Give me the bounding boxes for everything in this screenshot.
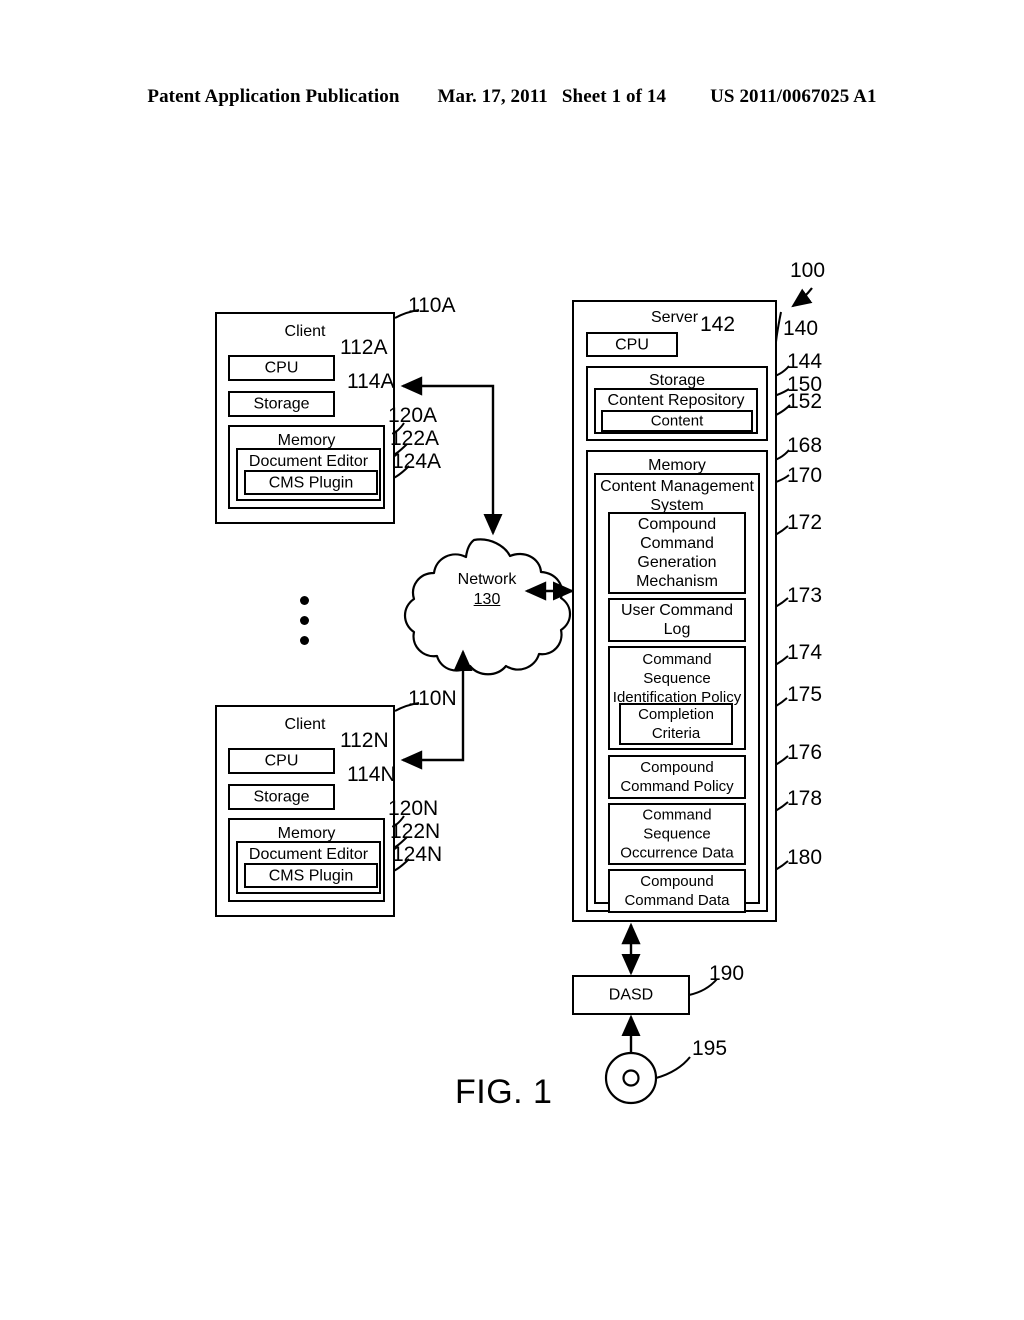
module-172-line3: Generation bbox=[637, 554, 717, 571]
server-title: Server bbox=[650, 309, 699, 326]
module-180-line1: Compound bbox=[640, 873, 714, 890]
ref-114n: 114N bbox=[347, 763, 396, 786]
ref-110a: 110A bbox=[408, 294, 456, 317]
clients-ellipsis bbox=[294, 596, 314, 645]
ref-120n: 120N bbox=[388, 797, 439, 820]
compound-command-data-box[interactable]: Compound Command Data bbox=[608, 869, 746, 913]
module-178-line2: Sequence bbox=[643, 825, 711, 843]
ref-112a: 112A bbox=[340, 336, 388, 359]
module-175-line1: Completion bbox=[638, 706, 714, 723]
client-a-storage-label: Storage bbox=[253, 395, 310, 413]
client-n-cms-plugin-box[interactable]: CMS Plugin bbox=[244, 863, 378, 888]
command-sequence-occurrence-data-box[interactable]: Command Sequence Occurrence Data bbox=[608, 803, 746, 865]
server-cpu-label: CPU bbox=[615, 336, 649, 353]
compound-command-generation-mechanism-box[interactable]: Compound Command Generation Mechanism bbox=[608, 512, 746, 594]
client-a-cpu-label: CPU bbox=[264, 359, 299, 377]
compound-command-policy-box[interactable]: Compound Command Policy bbox=[608, 755, 746, 799]
content-box[interactable]: Content bbox=[601, 410, 753, 432]
ref-174: 174 bbox=[787, 641, 823, 664]
module-176-line1: Compound bbox=[640, 759, 714, 776]
module-176-label: Compound Command Policy bbox=[610, 758, 744, 796]
ref-124a: 124A bbox=[392, 450, 442, 473]
system-ref-arrow bbox=[791, 287, 813, 308]
ref-173: 173 bbox=[787, 584, 823, 607]
cms-title: Content Management System bbox=[596, 477, 758, 515]
module-175-label: Completion Criteria bbox=[621, 705, 731, 743]
module-172-line4: Mechanism bbox=[636, 573, 718, 590]
ref-178: 178 bbox=[787, 787, 823, 810]
module-178-label: Command Sequence Occurrence Data bbox=[610, 806, 744, 863]
module-180-label: Compound Command Data bbox=[610, 872, 744, 910]
diagram-connectors bbox=[334, 287, 813, 1105]
sheet-number: Sheet 1 of 14 bbox=[561, 86, 667, 107]
ref-190: 190 bbox=[709, 962, 745, 985]
ref-152: 152 bbox=[787, 390, 823, 413]
ref-100: 100 bbox=[790, 259, 826, 282]
module-176-line2: Command Policy bbox=[620, 778, 734, 795]
module-173-line1: User Command bbox=[620, 602, 734, 619]
ref-144: 144 bbox=[787, 350, 823, 373]
client-n-cpu-box[interactable]: CPU bbox=[228, 748, 335, 774]
ref-122n: 122N bbox=[390, 820, 441, 843]
network-ref: 130 bbox=[473, 591, 501, 608]
ref-180: 180 bbox=[787, 846, 823, 869]
server-cpu-box[interactable]: CPU bbox=[586, 332, 678, 357]
ref-112n: 112N bbox=[340, 729, 389, 752]
ref-170: 170 bbox=[787, 464, 823, 487]
module-172-line2: Command bbox=[640, 535, 714, 552]
content-label: Content bbox=[650, 412, 704, 430]
network-label: Network bbox=[457, 571, 517, 588]
ref-168: 168 bbox=[787, 434, 823, 457]
ref-110n: 110N bbox=[408, 687, 457, 710]
client-a-cms-plugin-box[interactable]: CMS Plugin bbox=[244, 470, 378, 495]
client-n-cms-plugin-label: CMS Plugin bbox=[268, 867, 354, 884]
client-a-document-editor-label: Document Editor bbox=[248, 453, 369, 470]
module-174-label: Command Sequence Identification Policy bbox=[610, 650, 744, 707]
publication-date: Mar. 17, 2011 bbox=[437, 86, 548, 107]
client-n-document-editor-label: Document Editor bbox=[248, 846, 369, 863]
user-command-log-box[interactable]: User Command Log bbox=[608, 598, 746, 642]
client-n-storage-box[interactable]: Storage bbox=[228, 784, 335, 810]
module-172-line1: Compound bbox=[637, 516, 717, 533]
module-180-line2: Command Data bbox=[624, 892, 730, 909]
client-n-cpu-label: CPU bbox=[264, 752, 299, 770]
module-173-line2: Log bbox=[663, 621, 691, 638]
page-header: Patent Application Publication Mar. 17, 2… bbox=[0, 86, 1024, 108]
module-173-label: User Command Log bbox=[610, 601, 744, 639]
content-repository-label: Content Repository bbox=[607, 392, 745, 409]
ref-175: 175 bbox=[787, 683, 823, 706]
publication-label: Patent Application Publication bbox=[147, 86, 400, 107]
ref-195: 195 bbox=[692, 1037, 728, 1060]
completion-criteria-box[interactable]: Completion Criteria bbox=[619, 703, 733, 745]
module-174-line1: Command bbox=[642, 651, 712, 668]
module-175-line2: Criteria bbox=[651, 725, 701, 742]
client-a-cms-plugin-label: CMS Plugin bbox=[268, 474, 354, 491]
module-172-label: Compound Command Generation Mechanism bbox=[610, 515, 744, 591]
ref-176: 176 bbox=[787, 741, 823, 764]
client-a-cpu-box[interactable]: CPU bbox=[228, 355, 335, 381]
network-label-group[interactable]: Network 130 bbox=[417, 570, 557, 610]
client-a-storage-box[interactable]: Storage bbox=[228, 391, 335, 417]
client-n-storage-label: Storage bbox=[253, 788, 310, 806]
ref-142: 142 bbox=[700, 313, 736, 336]
ref-120a: 120A bbox=[388, 404, 438, 427]
ref-140: 140 bbox=[783, 317, 819, 340]
ref-114a: 114A bbox=[347, 370, 395, 393]
ref-124n: 124N bbox=[392, 843, 443, 866]
module-178-line3: Occurrence Data bbox=[620, 844, 734, 862]
module-178-line1: Command bbox=[642, 806, 712, 824]
patent-number: US 2011/0067025 A1 bbox=[710, 86, 877, 107]
removable-media-icon bbox=[604, 1051, 658, 1105]
dasd-label: DASD bbox=[608, 986, 654, 1004]
cms-title-line1: Content Management bbox=[600, 478, 754, 495]
ref-122a: 122A bbox=[390, 427, 440, 450]
ref-172: 172 bbox=[787, 511, 823, 534]
module-174-line2: Sequence bbox=[643, 670, 711, 687]
figure-caption: FIG. 1 bbox=[455, 1073, 553, 1111]
dasd-box[interactable]: DASD bbox=[572, 975, 690, 1015]
